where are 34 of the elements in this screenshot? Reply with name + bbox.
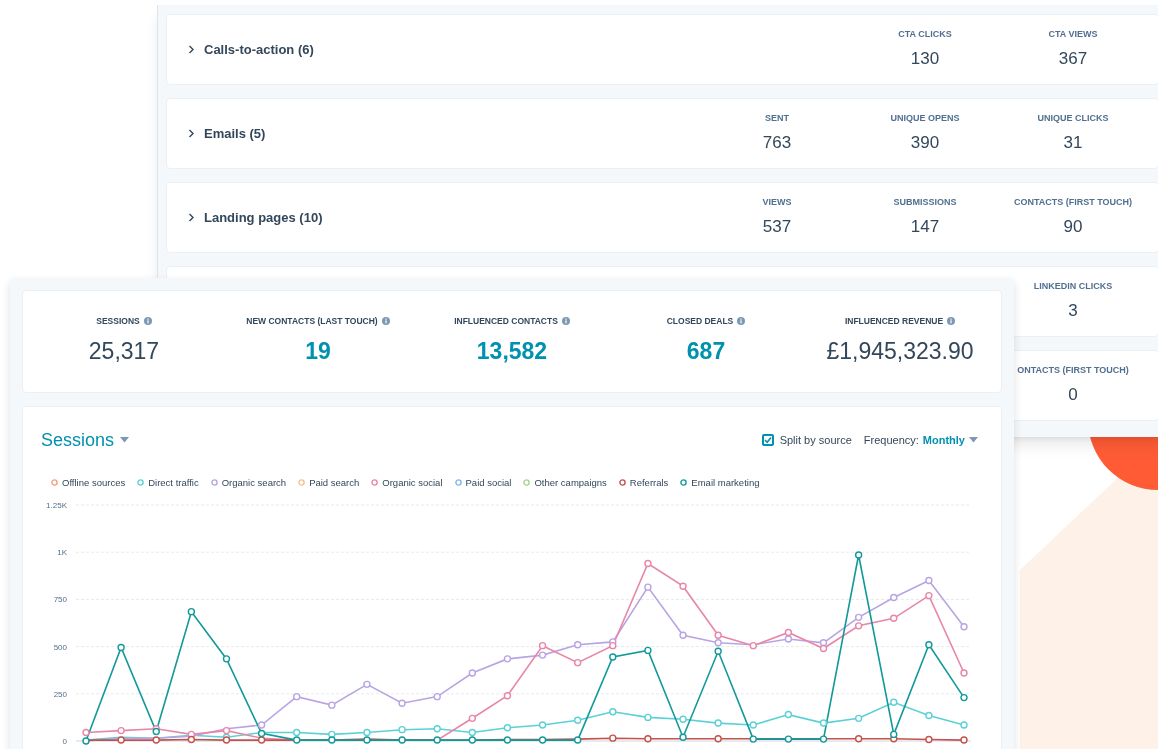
metric-label: VIEWS bbox=[762, 196, 792, 209]
metric-value: 90 bbox=[1063, 215, 1083, 238]
metric-label: CONTACTS (FIRST TOUCH) bbox=[1013, 196, 1133, 209]
metric-value: 0 bbox=[1068, 383, 1078, 406]
y-tick-label: 500 bbox=[53, 642, 67, 652]
metric-label: UNIQUE OPENS bbox=[890, 112, 960, 125]
y-tick-label: 1.25K bbox=[46, 501, 67, 510]
metric-value: 147 bbox=[910, 215, 940, 238]
y-tick-label: 0 bbox=[62, 737, 67, 746]
stat-value: £1,945,323.90 bbox=[826, 336, 974, 366]
y-tick-label: 250 bbox=[53, 689, 67, 699]
metric-value: 537 bbox=[762, 215, 792, 238]
stat-label: CLOSED DEALS bbox=[666, 314, 734, 328]
metric-label: UNIQUE CLICKS bbox=[1037, 112, 1109, 125]
stat-label: SESSIONS bbox=[96, 314, 140, 328]
metric-value: 3 bbox=[1068, 299, 1078, 322]
metric-label: SENT bbox=[765, 112, 789, 125]
metric-value: 367 bbox=[1058, 47, 1088, 70]
metric-label: ONTACTS (FIRST TOUCH) bbox=[1017, 364, 1129, 377]
metric-value: 130 bbox=[910, 47, 940, 70]
frequency-label: Frequency: bbox=[863, 433, 919, 448]
stat-label: INFLUENCED REVENUE bbox=[844, 314, 944, 328]
y-tick-label: 1K bbox=[57, 548, 67, 558]
metric-value: 31 bbox=[1063, 131, 1083, 154]
stat-label: NEW CONTACTS (LAST TOUCH) bbox=[246, 314, 378, 328]
metric-value: 763 bbox=[762, 131, 792, 154]
metric-value: 390 bbox=[910, 131, 940, 154]
metric-label: CTA VIEWS bbox=[1048, 28, 1098, 41]
metric-label: LINKEDIN CLICKS bbox=[1033, 280, 1113, 293]
metric-label: SUBMISSIONS bbox=[893, 196, 957, 209]
stat-value: 25,317 bbox=[88, 336, 160, 366]
y-tick-label: 750 bbox=[53, 595, 67, 605]
stat-label: INFLUENCED CONTACTS bbox=[454, 314, 558, 328]
metric-label: CTA CLICKS bbox=[898, 28, 952, 41]
